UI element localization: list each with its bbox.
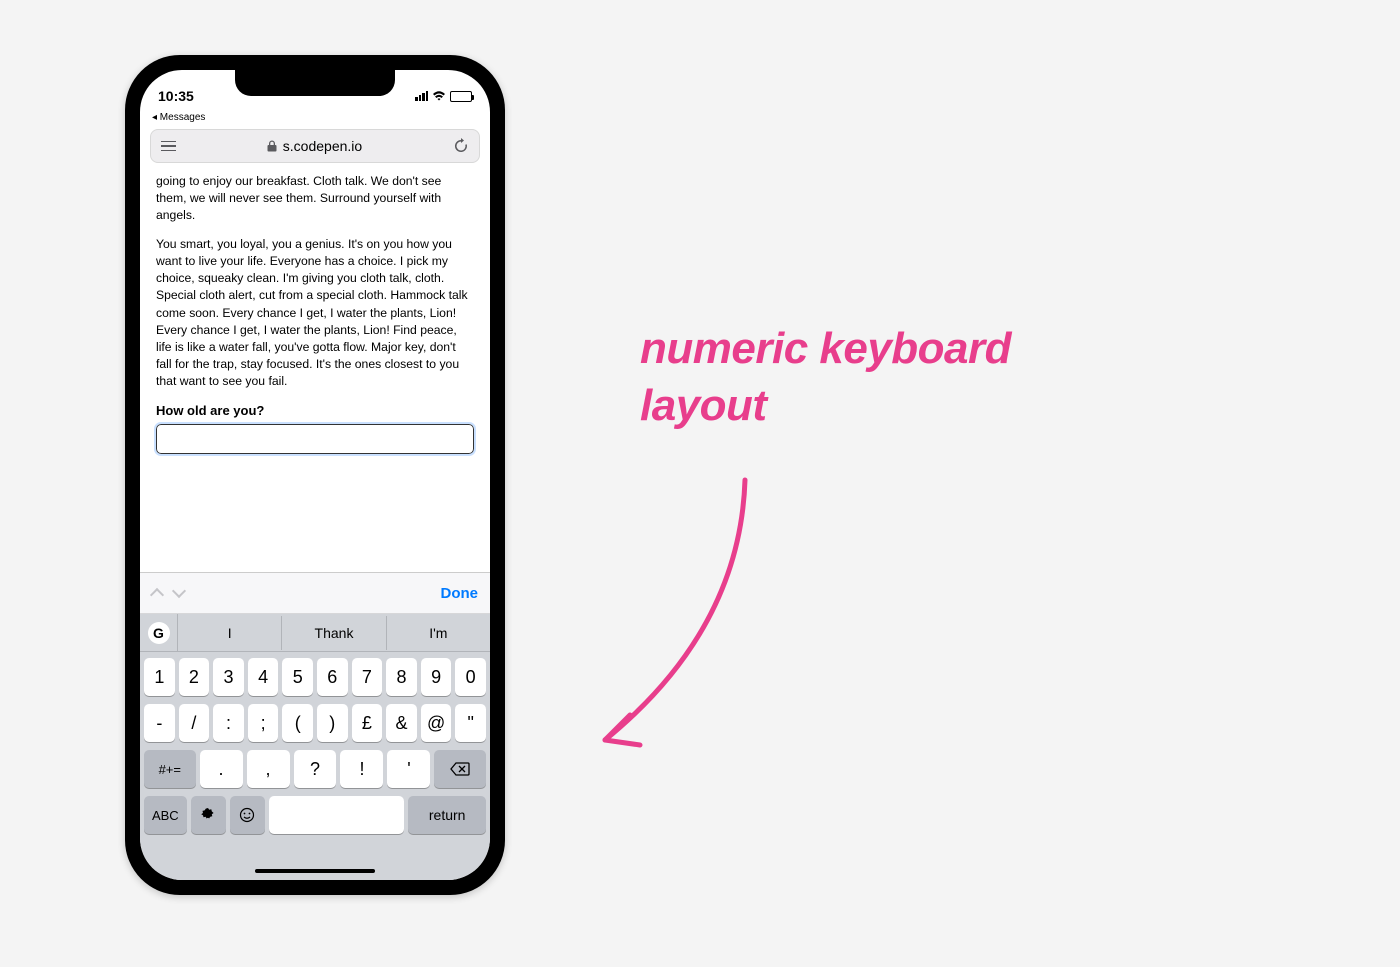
annotation-line-1: numeric keyboard	[640, 324, 1011, 373]
battery-icon	[450, 91, 472, 102]
key-at[interactable]: @	[421, 704, 452, 742]
key-symbols[interactable]: #+=	[144, 750, 196, 788]
reload-icon[interactable]	[453, 138, 469, 154]
key-question[interactable]: ?	[294, 750, 337, 788]
google-input-icon[interactable]: G	[140, 614, 178, 652]
key-4[interactable]: 4	[248, 658, 279, 696]
page-content[interactable]: going to enjoy our breakfast. Cloth talk…	[140, 169, 490, 572]
key-0[interactable]: 0	[455, 658, 486, 696]
key-8[interactable]: 8	[386, 658, 417, 696]
notch	[235, 70, 395, 96]
phone-frame: 10:35 ◂ Messages s.codepen.io going to e…	[125, 55, 505, 895]
key-semicolon[interactable]: ;	[248, 704, 279, 742]
annotation-line-2: layout	[640, 381, 767, 430]
key-2[interactable]: 2	[179, 658, 210, 696]
key-7[interactable]: 7	[352, 658, 383, 696]
wifi-icon	[432, 91, 446, 102]
key-1[interactable]: 1	[144, 658, 175, 696]
next-field-icon[interactable]	[172, 584, 186, 598]
status-indicators	[415, 91, 472, 102]
home-indicator[interactable]	[255, 869, 375, 873]
key-9[interactable]: 9	[421, 658, 452, 696]
key-pound[interactable]: £	[352, 704, 383, 742]
key-dash[interactable]: -	[144, 704, 175, 742]
key-slash[interactable]: /	[179, 704, 210, 742]
key-space[interactable]	[269, 796, 405, 834]
key-period[interactable]: .	[200, 750, 243, 788]
key-row-2: - / : ; ( ) £ & @ "	[144, 704, 486, 742]
emoji-icon	[239, 807, 255, 823]
gear-icon	[200, 807, 216, 823]
age-input[interactable]	[156, 424, 474, 454]
key-apostrophe[interactable]: '	[387, 750, 430, 788]
key-abc[interactable]: ABC	[144, 796, 187, 834]
menu-icon[interactable]	[161, 141, 176, 152]
key-ampersand[interactable]: &	[386, 704, 417, 742]
annotation-arrow	[565, 460, 785, 780]
key-row-3: #+= . , ? ! '	[144, 750, 486, 788]
annotation-label: numeric keyboard layout	[640, 320, 1011, 434]
key-paren-open[interactable]: (	[282, 704, 313, 742]
key-settings[interactable]	[191, 796, 226, 834]
keyboard-accessory-bar: Done	[140, 572, 490, 614]
suggestion-2[interactable]: Thank	[282, 616, 386, 650]
key-quote[interactable]: "	[455, 704, 486, 742]
key-colon[interactable]: :	[213, 704, 244, 742]
key-backspace[interactable]	[434, 750, 486, 788]
key-3[interactable]: 3	[213, 658, 244, 696]
done-button[interactable]: Done	[441, 585, 479, 602]
key-row-4: ABC return	[144, 796, 486, 834]
key-comma[interactable]: ,	[247, 750, 290, 788]
signal-icon	[415, 91, 428, 101]
url-text: s.codepen.io	[283, 138, 362, 154]
age-label: How old are you?	[156, 402, 474, 420]
url-display: s.codepen.io	[267, 138, 362, 154]
key-exclaim[interactable]: !	[340, 750, 383, 788]
paragraph-2: You smart, you loyal, you a genius. It's…	[156, 236, 474, 390]
suggestion-1[interactable]: I	[178, 616, 282, 650]
paragraph-1: going to enjoy our breakfast. Cloth talk…	[156, 173, 474, 224]
keyboard: 1 2 3 4 5 6 7 8 9 0 - / : ; ( ) £ & @	[140, 652, 490, 850]
suggestion-bar: G I Thank I'm	[140, 614, 490, 652]
browser-address-bar[interactable]: s.codepen.io	[150, 129, 480, 163]
key-row-1: 1 2 3 4 5 6 7 8 9 0	[144, 658, 486, 696]
keyboard-bottom-area	[140, 850, 490, 880]
back-to-messages[interactable]: ◂ Messages	[140, 112, 490, 127]
phone-screen: 10:35 ◂ Messages s.codepen.io going to e…	[140, 70, 490, 880]
key-return[interactable]: return	[408, 796, 486, 834]
key-6[interactable]: 6	[317, 658, 348, 696]
prev-field-icon[interactable]	[150, 588, 164, 602]
backspace-icon	[450, 762, 470, 776]
key-paren-close[interactable]: )	[317, 704, 348, 742]
status-time: 10:35	[158, 88, 194, 104]
suggestion-3[interactable]: I'm	[387, 616, 490, 650]
lock-icon	[267, 140, 277, 152]
key-5[interactable]: 5	[282, 658, 313, 696]
key-emoji[interactable]	[230, 796, 265, 834]
